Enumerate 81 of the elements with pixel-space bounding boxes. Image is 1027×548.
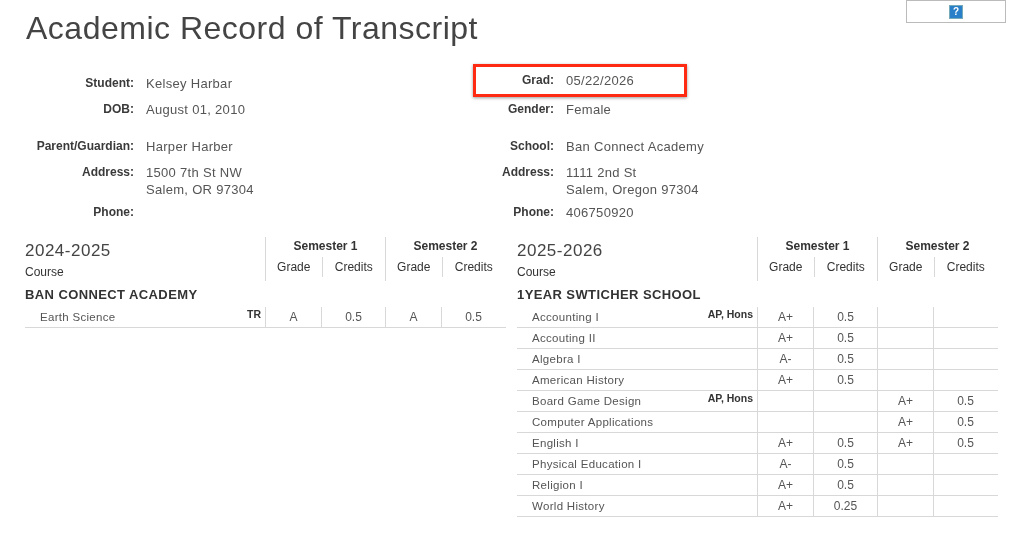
column-header: Grade (396, 259, 432, 276)
help-button[interactable]: ? (949, 4, 963, 19)
column-header: Credits (441, 257, 505, 277)
column-header: Course (25, 264, 65, 281)
course-name: Computer Applications (532, 415, 654, 430)
grade-cell-text: A+ (898, 414, 913, 431)
field-value: Female (566, 101, 612, 118)
course-name: Religion I (532, 478, 583, 493)
grade-cell-text: A (409, 309, 418, 326)
page-title: Academic Record of Transcript (26, 9, 478, 48)
grade-cell-text: A- (779, 351, 792, 368)
field-label: Phone: (512, 204, 555, 221)
course-name: Accounting I (532, 310, 599, 325)
course-name: Physical Education I (532, 457, 642, 472)
credits-cell-text: 0.5 (837, 372, 854, 389)
field-value: 05/22/2026 (566, 72, 635, 89)
field-value: Salem, OR 97304 (146, 181, 254, 198)
credits-cell-text: 0.5 (957, 435, 974, 452)
column-header: Semester 2 (904, 238, 971, 255)
grade-cell-text: A+ (778, 498, 793, 515)
field-value: 1500 7th St NW (146, 164, 243, 181)
credits-cell-text: 0.5 (837, 435, 854, 452)
course-tags: AP, Hons (707, 307, 753, 321)
column-header: Course (517, 264, 557, 281)
column-header: Credits (321, 257, 385, 277)
credits-cell-text: 0.5 (957, 414, 974, 431)
column-header: Semester 2 (412, 238, 479, 255)
course-name: Earth Science (40, 310, 116, 325)
column-header: Semester 1 (292, 238, 359, 255)
credits-cell-text: 0.25 (833, 498, 858, 515)
field-value: 406750920 (566, 204, 634, 221)
field-label: Parent/Guardian: (35, 138, 135, 155)
column-header: Grade (276, 259, 312, 276)
field-label: Gender: (507, 101, 555, 118)
field-value: August 01, 2010 (146, 101, 246, 118)
credits-cell-text: 0.5 (837, 477, 854, 494)
credits-cell-text: 0.5 (465, 309, 482, 326)
field-label: Grad: (521, 72, 555, 89)
grade-cell-text: A+ (778, 435, 793, 452)
credits-cell-text: 0.5 (345, 309, 362, 326)
field-value: Ban Connect Academy (566, 138, 704, 155)
field-label: DOB: (102, 101, 135, 118)
column-header: Credits (813, 257, 877, 277)
column-header: Credits (933, 257, 997, 277)
grade-cell-text: A+ (778, 372, 793, 389)
credits-cell-text: 0.5 (837, 456, 854, 473)
year-heading: 2025-2026 (517, 241, 604, 261)
grade-cell-text: A+ (778, 477, 793, 494)
course-name: World History (532, 499, 605, 514)
grade-cell-text: A (289, 309, 298, 326)
field-label: Student: (84, 75, 135, 92)
credits-cell-text: 0.5 (837, 330, 854, 347)
school-heading: BAN CONNECT ACADEMY (25, 286, 199, 304)
grade-cell-text: A+ (898, 435, 913, 452)
grade-cell-text: A- (779, 456, 792, 473)
grade-cell-text: A+ (778, 330, 793, 347)
course-name: American History (532, 373, 625, 388)
course-name: Accouting II (532, 331, 596, 346)
credits-cell-text: 0.5 (837, 351, 854, 368)
grade-cell-text: A+ (898, 393, 913, 410)
field-label: School: (509, 138, 555, 155)
field-value: Salem, Oregon 97304 (566, 181, 699, 198)
column-header: Semester 1 (784, 238, 851, 255)
course-name: English I (532, 436, 579, 451)
year-heading: 2024-2025 (25, 241, 112, 261)
field-label: Address: (501, 164, 555, 181)
column-header: Grade (768, 259, 804, 276)
grade-cell-text: A+ (778, 309, 793, 326)
course-name: Board Game Design (532, 394, 642, 409)
field-value: 1111 2nd St (566, 164, 638, 181)
field-value: Harper Harber (146, 138, 233, 155)
course-tags: AP, Hons (707, 391, 753, 405)
field-label: Phone: (92, 204, 135, 221)
credits-cell-text: 0.5 (957, 393, 974, 410)
field-value: Kelsey Harbar (146, 75, 233, 92)
field-label: Address: (81, 164, 135, 181)
course-name: Algebra I (532, 352, 581, 367)
course-tags: TR (247, 307, 261, 321)
school-heading: 1YEAR SWTICHER SCHOOL (517, 286, 702, 304)
credits-cell-text: 0.5 (837, 309, 854, 326)
column-header: Grade (888, 259, 924, 276)
